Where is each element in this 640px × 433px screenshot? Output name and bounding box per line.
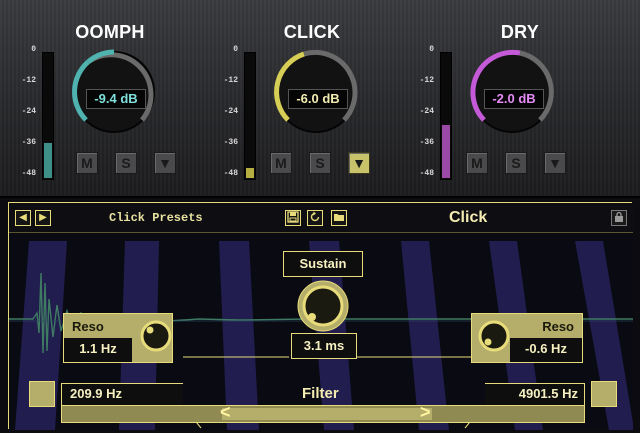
channel-title: CLICK — [283, 22, 341, 42]
select-button[interactable]: ▼ — [348, 152, 370, 174]
reso-left-knob[interactable] — [140, 320, 172, 352]
gain-readout: -2.0 dB — [484, 89, 544, 109]
scale-tick: 0 — [429, 45, 434, 54]
level-scale: 0 -12 -24 -36 -48 — [406, 46, 434, 184]
scale-tick: -12 — [21, 76, 36, 85]
channel-click: CLICK 0 -12 -24 -36 -48 -6.0 dB M S ▼ — [202, 0, 392, 196]
mixer-section: OOMPH 0 -12 -24 -36 -48 -9.4 dB M S ▼ CL… — [0, 0, 640, 196]
filter-range-selection[interactable] — [222, 408, 432, 420]
scale-tick: -36 — [21, 138, 36, 147]
gain-readout: -9.4 dB — [86, 89, 146, 109]
scale-tick: -48 — [223, 169, 238, 178]
reso-right-knob[interactable] — [478, 320, 510, 352]
folder-icon[interactable] — [331, 210, 347, 226]
click-editor: ◀ ▶ Click Presets Click Sustain 3.1 ms R… — [0, 196, 640, 433]
filter-low-value[interactable]: 209.9 Hz — [61, 383, 183, 405]
filter-label: Filter — [302, 385, 339, 402]
gain-knob[interactable]: -9.4 dB — [62, 48, 166, 136]
solo-button[interactable]: S — [309, 152, 331, 174]
reso-right-label: Reso — [542, 319, 574, 334]
level-scale: 0 -12 -24 -36 -48 — [8, 46, 36, 184]
select-button[interactable]: ▼ — [544, 152, 566, 174]
filter-low-handle[interactable] — [29, 381, 55, 407]
channel-dry: DRY 0 -12 -24 -36 -48 -2.0 dB M S ▼ — [398, 0, 588, 196]
reso-left-value[interactable]: 1.1 Hz — [64, 338, 132, 362]
reso-left-label: Reso — [72, 319, 104, 334]
scale-tick: -24 — [21, 107, 36, 116]
select-button[interactable]: ▼ — [154, 152, 176, 174]
save-icon[interactable] — [285, 210, 301, 226]
filter-left-arrow[interactable]: < — [220, 403, 231, 421]
solo-button[interactable]: S — [505, 152, 527, 174]
filter-range-track[interactable]: < > — [61, 403, 585, 423]
channel-oomph: OOMPH 0 -12 -24 -36 -48 -9.4 dB M S ▼ — [0, 0, 190, 196]
scale-tick: -24 — [419, 107, 434, 116]
presets-label: Click Presets — [109, 211, 203, 225]
scale-tick: -12 — [223, 76, 238, 85]
mute-button[interactable]: M — [466, 152, 488, 174]
scale-tick: -36 — [419, 138, 434, 147]
lock-icon[interactable] — [611, 210, 627, 226]
filter-high-value[interactable]: 4901.5 Hz — [485, 383, 585, 405]
scale-tick: 0 — [233, 45, 238, 54]
scale-tick: -36 — [223, 138, 238, 147]
level-meter — [440, 52, 452, 180]
level-meter — [42, 52, 54, 180]
gain-knob[interactable]: -2.0 dB — [460, 48, 564, 136]
meter-fill — [246, 167, 254, 178]
reso-right-value[interactable]: -0.6 Hz — [510, 338, 582, 362]
scale-tick: -12 — [419, 76, 434, 85]
sustain-knob[interactable] — [296, 279, 350, 333]
preset-header: ◀ ▶ Click Presets Click — [9, 203, 633, 233]
solo-button[interactable]: S — [115, 152, 137, 174]
filter-right-arrow[interactable]: > — [420, 403, 431, 421]
scale-tick: -48 — [21, 169, 36, 178]
channel-title: OOMPH — [75, 22, 145, 42]
sustain-label: Sustain — [283, 251, 363, 277]
mute-button[interactable]: M — [76, 152, 98, 174]
meter-fill — [442, 125, 450, 178]
prev-preset-button[interactable]: ◀ — [15, 210, 31, 226]
sustain-value[interactable]: 3.1 ms — [291, 333, 357, 359]
reso-left-panel: Reso 1.1 Hz — [63, 313, 173, 363]
filter-high-handle[interactable] — [591, 381, 617, 407]
scale-tick: 0 — [31, 45, 36, 54]
reset-icon[interactable] — [307, 210, 323, 226]
mute-button[interactable]: M — [270, 152, 292, 174]
scale-tick: -24 — [223, 107, 238, 116]
gain-readout: -6.0 dB — [288, 89, 348, 109]
mode-title: Click — [449, 209, 488, 226]
editor-frame: ◀ ▶ Click Presets Click Sustain 3.1 ms R… — [8, 202, 633, 430]
gain-knob[interactable]: -6.0 dB — [264, 48, 368, 136]
next-preset-button[interactable]: ▶ — [35, 210, 51, 226]
reso-right-panel: Reso -0.6 Hz — [471, 313, 583, 363]
channel-title: DRY — [500, 22, 540, 42]
level-scale: 0 -12 -24 -36 -48 — [210, 46, 238, 184]
meter-fill — [44, 142, 52, 178]
scale-tick: -48 — [419, 169, 434, 178]
level-meter — [244, 52, 256, 180]
